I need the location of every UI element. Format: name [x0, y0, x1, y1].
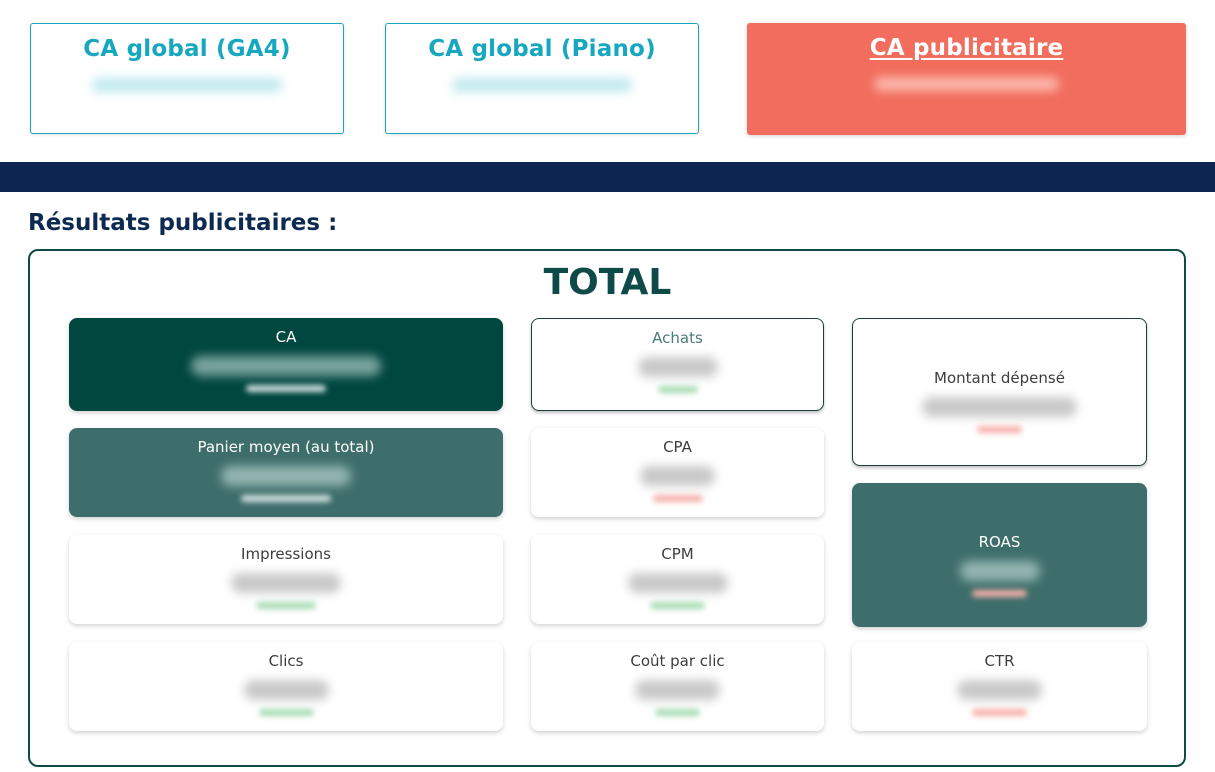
kpi-card-montant-depense[interactable]: Montant dépensé [852, 318, 1147, 466]
blurred-subvalue [972, 590, 1027, 597]
blurred-value [874, 77, 1059, 91]
kpi-card-ctr[interactable]: CTR [852, 642, 1147, 731]
blurred-value [959, 561, 1040, 581]
section-divider-band [0, 162, 1215, 192]
blurred-subvalue [972, 709, 1027, 716]
tab-label: CA global (GA4) [83, 36, 291, 62]
blurred-subvalue [652, 495, 703, 502]
tab-label: CA publicitaire [869, 35, 1064, 61]
kpi-label: CTR [984, 652, 1015, 670]
kpi-card-ca[interactable]: CA [69, 318, 503, 411]
blurred-value [922, 397, 1077, 417]
blurred-subvalue [246, 385, 326, 392]
blurred-subvalue [258, 709, 314, 716]
blurred-value [452, 78, 632, 92]
kpi-card-impressions[interactable]: Impressions [69, 535, 503, 624]
kpi-label: CPM [661, 545, 694, 563]
tab-ca-publicitaire[interactable]: CA publicitaire [747, 23, 1186, 135]
kpi-card-roas[interactable]: ROAS [852, 483, 1147, 627]
tab-label: CA global (Piano) [428, 36, 656, 62]
blurred-value [635, 680, 720, 700]
kpi-card-cpa[interactable]: CPA [531, 428, 824, 517]
kpi-card-cpm[interactable]: CPM [531, 535, 824, 624]
kpi-label: Coût par clic [630, 652, 725, 670]
kpi-card-panier-moyen[interactable]: Panier moyen (au total) [69, 428, 503, 517]
blurred-subvalue [241, 495, 331, 502]
kpi-label: ROAS [978, 533, 1021, 551]
tab-ca-global-piano[interactable]: CA global (Piano) [385, 23, 699, 134]
blurred-value [191, 356, 381, 376]
blurred-value [243, 680, 329, 700]
blurred-value [627, 573, 728, 593]
kpi-card-clics[interactable]: Clics [69, 642, 503, 731]
blurred-value [640, 466, 715, 486]
kpi-card-cout-par-clic[interactable]: Coût par clic [531, 642, 824, 731]
blurred-value [221, 466, 351, 486]
blurred-subvalue [650, 602, 705, 609]
kpi-label: CPA [663, 438, 692, 456]
blurred-subvalue [657, 386, 698, 393]
kpi-label: Clics [268, 652, 304, 670]
blurred-value [957, 680, 1042, 700]
total-title: TOTAL [543, 262, 672, 303]
blurred-value [231, 573, 341, 593]
kpi-label: CA [275, 328, 297, 346]
blurred-value [637, 357, 718, 377]
blurred-subvalue [977, 426, 1022, 433]
blurred-subvalue [256, 602, 316, 609]
blurred-subvalue [655, 709, 700, 716]
kpi-label: Impressions [241, 545, 331, 563]
section-title: Résultats publicitaires : [28, 210, 338, 236]
kpi-label: Achats [652, 329, 703, 347]
kpi-label: Montant dépensé [934, 369, 1065, 387]
kpi-label: Panier moyen (au total) [197, 438, 375, 456]
tab-ca-global-ga4[interactable]: CA global (GA4) [30, 23, 344, 134]
blurred-value [92, 78, 282, 92]
kpi-card-achats[interactable]: Achats [531, 318, 824, 411]
